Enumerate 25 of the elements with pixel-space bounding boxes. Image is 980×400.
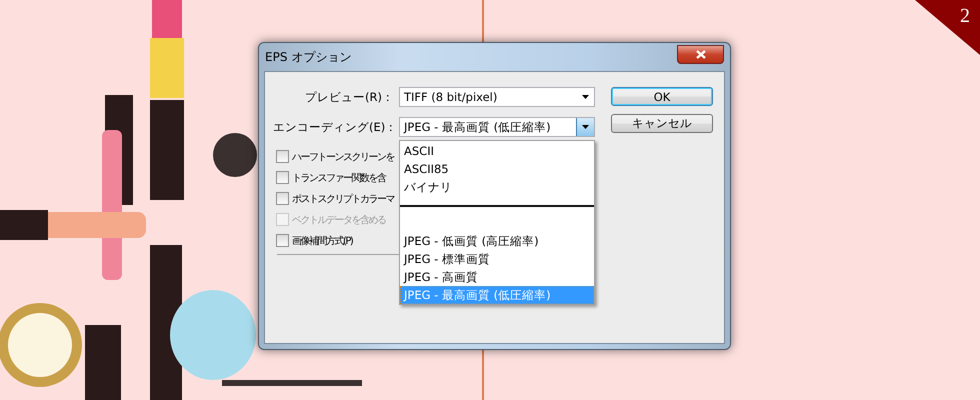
dropdown-option[interactable]: JPEG - 高画質 xyxy=(400,268,594,286)
preview-label: プレビュー(R)： xyxy=(304,90,395,104)
dropdown-option[interactable]: ASCII xyxy=(400,142,594,160)
checkbox[interactable] xyxy=(276,171,289,184)
checkbox-label: ベクトルデータを含める xyxy=(292,214,386,226)
close-icon xyxy=(696,50,706,59)
preview-dropdown[interactable]: TIFF (8 bit/pixel) xyxy=(399,87,595,107)
checkbox[interactable] xyxy=(276,150,289,163)
window-title: EPS オプション xyxy=(265,48,352,66)
dropdown-option[interactable]: JPEG - 標準画質 xyxy=(400,250,594,268)
checkbox-label: ポストスクリプトカラーマ xyxy=(292,192,394,206)
checkbox[interactable] xyxy=(276,234,289,247)
dropdown-option[interactable]: ASCII85 xyxy=(400,160,594,178)
dropdown-option[interactable]: JPEG - 低画質 (高圧縮率) xyxy=(400,232,594,250)
dialog-button[interactable]: OK xyxy=(611,87,713,106)
encoding-dropdown[interactable]: JPEG - 最高画質 (低圧縮率) xyxy=(399,117,595,137)
page-number: 2 xyxy=(960,4,971,26)
dialog-button[interactable]: キャンセル xyxy=(611,114,713,133)
close-button[interactable] xyxy=(677,45,724,64)
encoding-label: エンコーディング(E)： xyxy=(273,120,398,134)
checkbox-label: ハーフトーンスクリーンを xyxy=(292,150,394,164)
checkbox-label: 画像補間方式(P) xyxy=(292,234,352,248)
dropdown-option[interactable]: バイナリ xyxy=(400,178,594,196)
checkbox-label: トランスファー関数を含 xyxy=(292,172,386,184)
checkbox[interactable] xyxy=(276,192,289,205)
